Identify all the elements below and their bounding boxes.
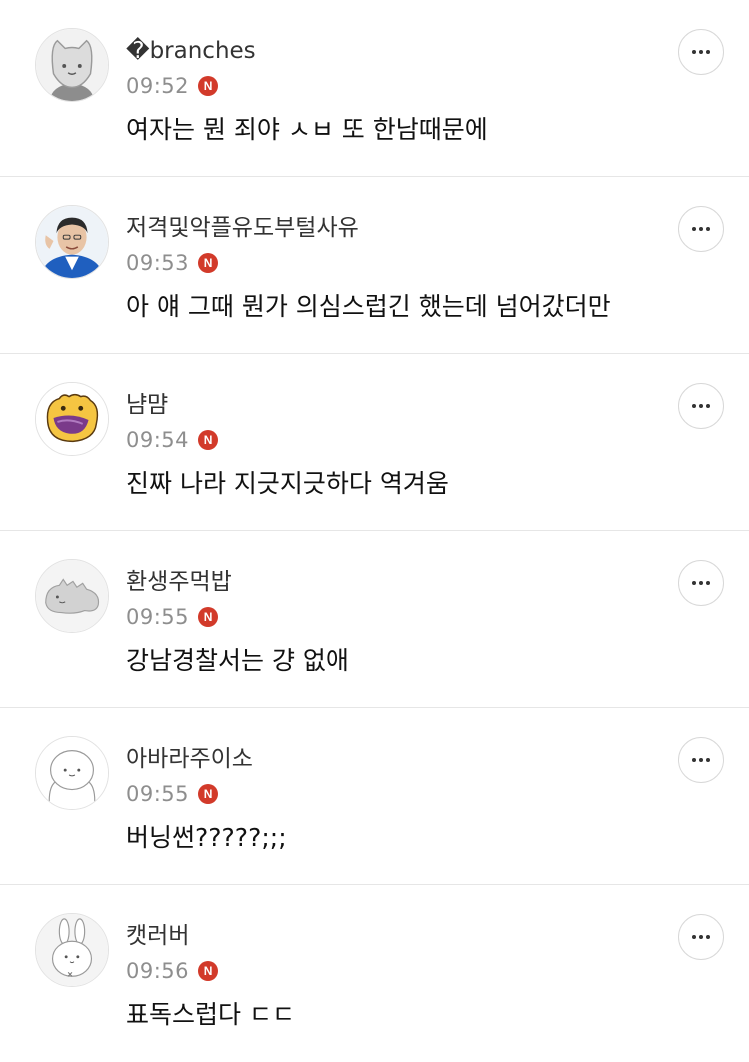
new-badge: N — [198, 76, 219, 96]
comment-text: 표독스럽다 ㄷㄷ — [126, 1000, 295, 1029]
more-options-button[interactable] — [678, 737, 724, 783]
comment-meta: 09:54 N — [126, 426, 219, 454]
timestamp: 09:53 — [126, 251, 190, 275]
nickname[interactable]: 캣러버 — [126, 921, 189, 951]
comment-text: 진짜 나라 지긋지긋하다 역겨움 — [126, 469, 449, 498]
gray-cat-avatar-icon — [36, 29, 108, 101]
dinosaur-avatar-icon — [36, 560, 108, 632]
timestamp: 09:55 — [126, 605, 190, 629]
avatar[interactable] — [35, 559, 109, 633]
blob-character-avatar-icon — [36, 737, 108, 809]
avatar[interactable] — [35, 382, 109, 456]
comment-text: 아 얘 그때 뭔가 의심스럽긴 했는데 넘어갔더만 — [126, 292, 611, 321]
new-badge: N — [198, 961, 219, 981]
more-dots-icon — [692, 935, 710, 939]
comment-item: 아바라주이소 09:55 N 버닝썬?????;;; — [0, 708, 749, 885]
comment-list: �branches 09:52 N 여자는 뭔 죄야 ㅅㅂ 또 한남때문에 저격… — [0, 0, 749, 1062]
comment-meta: 09:52 N — [126, 72, 219, 100]
more-options-button[interactable] — [678, 560, 724, 606]
nickname[interactable]: 환생주먹밥 — [126, 567, 232, 597]
timestamp: 09:54 — [126, 428, 190, 452]
comment-meta: 09:55 N — [126, 780, 219, 808]
avatar[interactable] — [35, 205, 109, 279]
new-badge: N — [198, 430, 219, 450]
nickname[interactable]: 아바라주이소 — [126, 744, 253, 774]
avatar[interactable] — [35, 28, 109, 102]
new-badge: N — [198, 784, 219, 804]
more-dots-icon — [692, 227, 710, 231]
comment-text: 강남경찰서는 걍 없애 — [126, 646, 349, 675]
more-options-button[interactable] — [678, 914, 724, 960]
more-dots-icon — [692, 404, 710, 408]
comment-item: �branches 09:52 N 여자는 뭔 죄야 ㅅㅂ 또 한남때문에 — [0, 0, 749, 177]
comment-item: 냠먐 09:54 N 진짜 나라 지긋지긋하다 역겨움 — [0, 354, 749, 531]
more-options-button[interactable] — [678, 29, 724, 75]
more-options-button[interactable] — [678, 206, 724, 252]
man-photo-avatar-icon — [36, 206, 108, 278]
more-dots-icon — [692, 50, 710, 54]
comment-meta: 09:53 N — [126, 249, 219, 277]
comment-text: 여자는 뭔 죄야 ㅅㅂ 또 한남때문에 — [126, 115, 488, 144]
new-badge: N — [198, 607, 219, 627]
more-dots-icon — [692, 581, 710, 585]
comment-item: 저격및악플유도부털사유 09:53 N 아 얘 그때 뭔가 의심스럽긴 했는데 … — [0, 177, 749, 354]
comment-item: 캣러버 09:56 N 표독스럽다 ㄷㄷ — [0, 885, 749, 1062]
yellow-creature-avatar-icon — [36, 383, 108, 455]
avatar[interactable] — [35, 736, 109, 810]
timestamp: 09:56 — [126, 959, 190, 983]
comment-meta: 09:55 N — [126, 603, 219, 631]
timestamp: 09:55 — [126, 782, 190, 806]
new-badge: N — [198, 253, 219, 273]
comment-text: 버닝썬?????;;; — [126, 823, 287, 852]
more-dots-icon — [692, 758, 710, 762]
rabbit-avatar-icon — [36, 914, 108, 986]
comment-item: 환생주먹밥 09:55 N 강남경찰서는 걍 없애 — [0, 531, 749, 708]
avatar[interactable] — [35, 913, 109, 987]
comment-meta: 09:56 N — [126, 957, 219, 985]
timestamp: 09:52 — [126, 74, 190, 98]
more-options-button[interactable] — [678, 383, 724, 429]
nickname[interactable]: 저격및악플유도부털사유 — [126, 213, 359, 243]
nickname[interactable]: 냠먐 — [126, 390, 168, 420]
nickname[interactable]: �branches — [126, 36, 256, 66]
